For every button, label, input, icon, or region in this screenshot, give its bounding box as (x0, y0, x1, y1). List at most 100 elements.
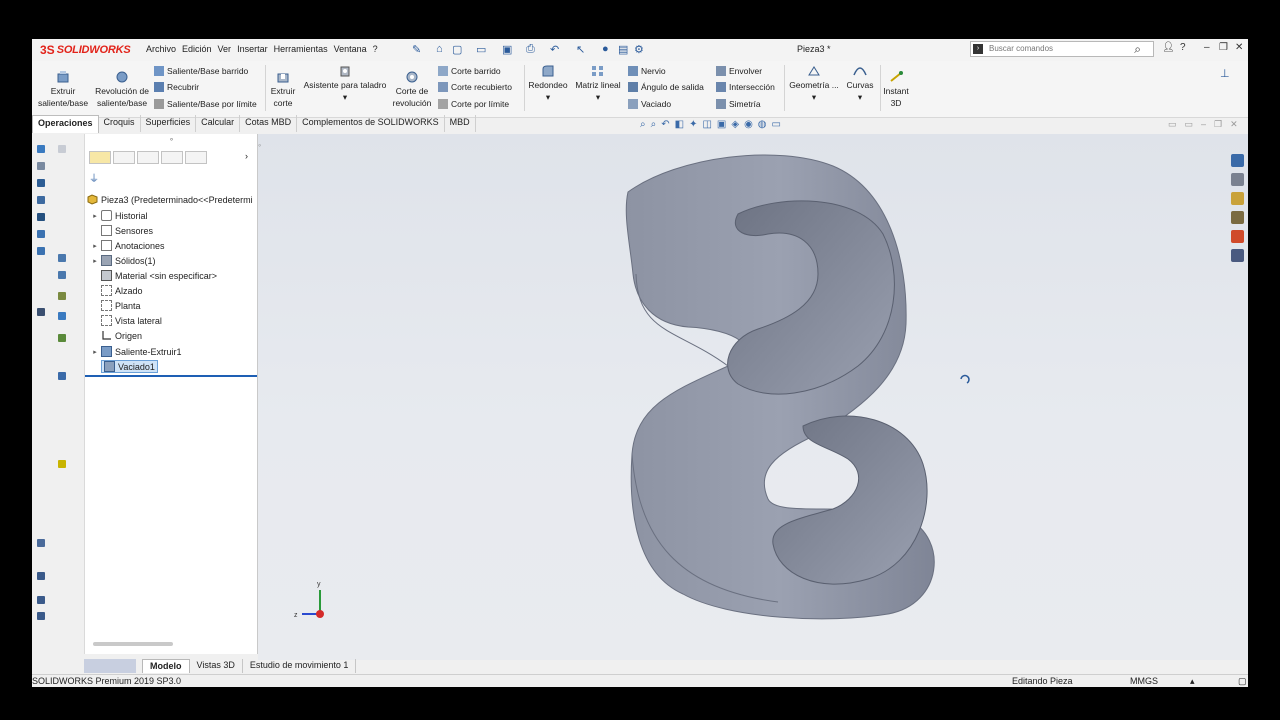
display-manager-tab-icon[interactable] (185, 151, 207, 164)
tab-cotas-mbd[interactable]: Cotas MBD (240, 115, 298, 132)
viewport-close-icon[interactable]: ✕ (1230, 119, 1238, 130)
apply-scene-icon[interactable]: ◍ (758, 119, 767, 130)
wrap-button[interactable]: Envolver (716, 66, 762, 76)
tree-item-material[interactable]: Material <sin especificar> (89, 268, 217, 283)
tab-complementos[interactable]: Complementos de SOLIDWORKS (297, 115, 445, 132)
tab-calcular[interactable]: Calcular (196, 115, 241, 132)
menu-edicion[interactable]: Edición (182, 44, 212, 54)
status-settings-icon[interactable]: ▢ (1238, 676, 1247, 687)
file-properties-icon[interactable]: ▤ (618, 43, 628, 56)
home-icon[interactable]: ⌂ (436, 43, 443, 55)
tree-item-vaciado1[interactable]: Vaciado1 (89, 359, 158, 374)
tab-superficies[interactable]: Superficies (141, 115, 197, 132)
tab-mbd[interactable]: MBD (445, 115, 476, 132)
panel-expand-icon[interactable]: › (245, 151, 248, 161)
mirror-button[interactable]: Simetría (716, 99, 761, 109)
units-arrow-icon[interactable]: ▴ (1190, 676, 1195, 687)
help-button[interactable]: ? (1180, 42, 1186, 53)
file-explorer-icon[interactable] (1231, 192, 1244, 205)
search-icon[interactable]: ⌕ (1134, 42, 1141, 57)
pattern-dropdown[interactable]: ▾ (596, 92, 600, 102)
tree-item-origen[interactable]: Origen (89, 328, 142, 343)
smart-dimension-icon[interactable] (58, 145, 66, 153)
solidworks-logo[interactable]: 3S SOLIDWORKS (40, 42, 131, 58)
point-icon[interactable] (37, 196, 45, 204)
select-icon[interactable]: ↖ (576, 43, 585, 56)
ref-geometry-dropdown[interactable]: ▾ (812, 92, 816, 102)
edit-appearance-icon[interactable]: ◉ (744, 119, 753, 130)
lofted-boss-button[interactable]: Recubrir (154, 82, 199, 92)
viewport-restore-icon[interactable]: ▭ (1168, 119, 1177, 130)
rebuild-icon[interactable]: ● (602, 43, 609, 55)
expand-arrow-icon[interactable]: ▸ (89, 348, 101, 356)
minimize-icon[interactable]: – (1204, 42, 1210, 53)
view-settings-icon[interactable]: ▭ (772, 119, 781, 130)
options-gear-icon[interactable]: ⚙ (634, 43, 644, 56)
lofted-cut-button[interactable]: Corte recubierto (438, 82, 512, 92)
hide-show-icon[interactable]: ◈ (731, 119, 739, 130)
user-icon[interactable]: 👤︎ (1162, 42, 1175, 53)
text-tool-icon[interactable] (37, 596, 45, 604)
rib-button[interactable]: Nervio (628, 66, 666, 76)
instant3d-button[interactable]: Instant 3D (880, 71, 912, 109)
tree-item-sensores[interactable]: Sensores (89, 223, 153, 238)
linear-pattern-button[interactable]: Matriz lineal ▾ (572, 65, 624, 103)
sketch-icon[interactable] (37, 145, 45, 153)
undo-icon[interactable]: ↶ (550, 43, 559, 56)
dimxpert-tab-icon[interactable] (161, 151, 183, 164)
convert-entities-icon[interactable] (37, 308, 45, 316)
tab-scroll-arrows[interactable] (84, 659, 136, 673)
appearances-icon[interactable] (1231, 230, 1244, 243)
graphics-area[interactable]: y z ◦ (258, 134, 1248, 660)
pin-icon[interactable]: ✎ (412, 43, 421, 56)
close-icon[interactable]: ✕ (1235, 42, 1243, 53)
selected-feature[interactable]: Vaciado1 (101, 360, 158, 373)
custom-properties-icon[interactable] (1231, 249, 1244, 262)
tree-collapse-handle-icon[interactable]: ∘ (169, 135, 174, 144)
shell-button[interactable]: Vaciado (628, 99, 671, 109)
maximize-icon[interactable]: ❐ (1219, 42, 1228, 53)
tree-root-part[interactable]: Pieza3 (Predeterminado<<Predetermi (87, 192, 253, 207)
hole-wizard-button[interactable]: Asistente para taladro ▾ (302, 65, 388, 103)
curves-dropdown[interactable]: ▾ (858, 92, 862, 102)
offset-icon[interactable] (58, 271, 66, 279)
spline-icon[interactable] (37, 213, 45, 221)
boundary-cut-button[interactable]: Corte por límite (438, 99, 509, 109)
menu-archivo[interactable]: Archivo (146, 44, 176, 54)
line-icon[interactable] (37, 162, 45, 170)
menu-ventana[interactable]: Ventana (334, 44, 367, 54)
extrude-boss-button[interactable]: Extruir saliente/base (37, 71, 89, 109)
property-manager-tab-icon[interactable] (113, 151, 135, 164)
zoom-area-icon[interactable]: ⌕ (651, 119, 657, 130)
plane-tool-icon[interactable] (37, 612, 45, 620)
expand-arrow-icon[interactable]: ▸ (89, 257, 101, 265)
trim-icon[interactable] (58, 254, 66, 262)
configuration-manager-tab-icon[interactable] (137, 151, 159, 164)
expand-arrow-icon[interactable]: ▸ (89, 212, 101, 220)
mirror-entities-icon[interactable] (58, 292, 66, 300)
curves-button[interactable]: Curvas ▾ (842, 65, 878, 103)
print-icon[interactable]: ⎙ (526, 43, 535, 56)
search-commands-input[interactable]: › Buscar comandos ⌕ (970, 41, 1154, 57)
resources-home-icon[interactable] (1231, 154, 1244, 167)
tab-operaciones[interactable]: Operaciones (32, 115, 99, 133)
fillet-button[interactable]: Redondeo ▾ (526, 65, 570, 103)
shaded-sketch-icon[interactable] (37, 539, 45, 547)
tab-croquis[interactable]: Croquis (99, 115, 141, 132)
boundary-boss-button[interactable]: Saliente/Base por límite (154, 99, 257, 109)
view-orientation-icon[interactable]: ◫ (702, 119, 711, 130)
feature-manager-tab-icon[interactable] (89, 151, 111, 164)
tab-vistas-3d[interactable]: Vistas 3D (190, 659, 243, 673)
panel-splitter-icon[interactable]: ◦ (258, 140, 261, 150)
menu-herramientas[interactable]: Herramientas (274, 44, 328, 54)
new-document-icon[interactable]: ▢ (452, 43, 462, 56)
relations-icon[interactable] (58, 312, 66, 320)
repair-sketch-icon[interactable] (58, 334, 66, 342)
instant2d-icon[interactable] (58, 460, 66, 468)
shelled-s-part-model[interactable] (625, 154, 935, 620)
filter-icon[interactable]: ⏚ (89, 170, 99, 185)
menu-ver[interactable]: Ver (218, 44, 232, 54)
ribbon-pin-icon[interactable]: ⊥ (1220, 67, 1230, 80)
open-icon[interactable]: ▭ (476, 43, 486, 56)
origin-tool-icon[interactable] (37, 179, 45, 187)
